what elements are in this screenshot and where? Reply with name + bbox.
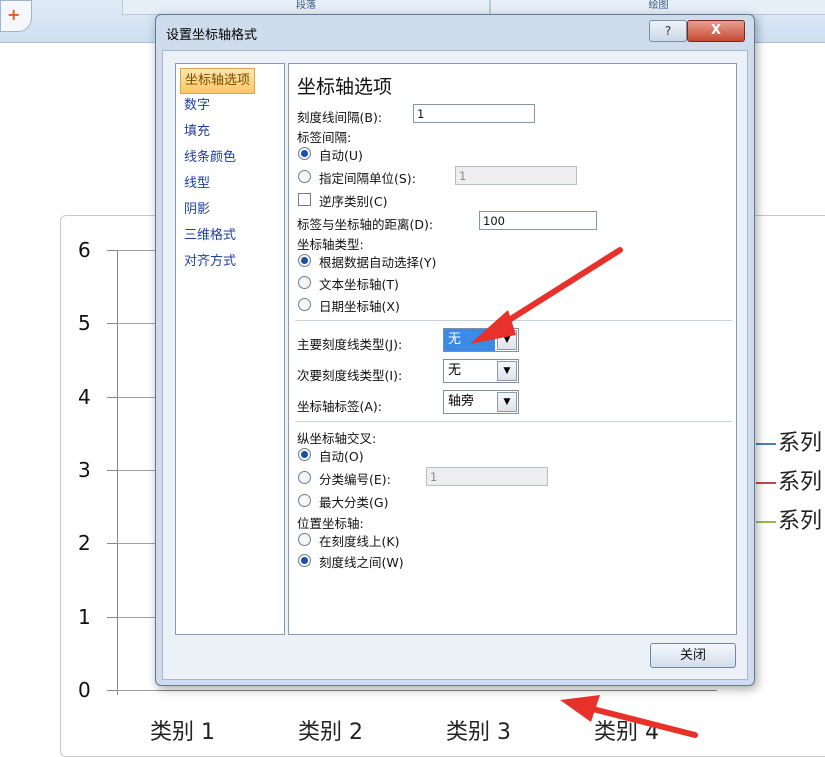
y-tick-mark — [107, 470, 117, 471]
y-tick-label: 2 — [78, 531, 91, 556]
category-nav: 坐标轴选项 数字 填充 线条颜色 线型 阴影 三维格式 对齐方式 — [175, 63, 285, 635]
legend-entry[interactable]: 系列 — [756, 503, 822, 535]
ribbon-group-drawing[interactable]: 绘图 — [490, 0, 825, 15]
nav-item-axis-options[interactable]: 坐标轴选项 — [180, 68, 256, 94]
y-tick-label: 5 — [78, 311, 91, 336]
annotation-arrow-icon — [560, 695, 698, 738]
y-tick-label: 1 — [78, 604, 91, 629]
y-tick-mark — [107, 250, 117, 251]
separator — [295, 421, 732, 422]
gridline — [117, 323, 157, 325]
legend-line-icon — [756, 521, 776, 523]
nav-item-line-color[interactable]: 线条颜色 — [180, 146, 240, 170]
specify-interval-label: 指定间隔单位(S): — [319, 171, 416, 186]
axis-type-text-label: 文本坐标轴(T) — [319, 277, 399, 292]
axis-type-date-label: 日期坐标轴(X) — [319, 299, 400, 314]
dialog-title: 设置坐标轴格式 — [166, 28, 258, 43]
gridline — [117, 616, 157, 618]
nav-item-3d-format[interactable]: 三维格式 — [180, 224, 240, 248]
nav-item-shadow[interactable]: 阴影 — [180, 198, 214, 222]
legend-label: 系列 — [778, 470, 823, 495]
x-category-label: 类别 2 — [298, 720, 363, 745]
cross-category-radio[interactable] — [298, 471, 311, 484]
y-tick-mark — [107, 396, 117, 398]
axis-type-auto-label: 根据数据自动选择(Y) — [319, 255, 437, 270]
y-tick-label: 0 — [78, 678, 91, 702]
x-category-label: 类别 1 — [150, 720, 215, 745]
label-distance-input[interactable]: 100 — [479, 211, 597, 230]
y-axis — [117, 250, 118, 695]
y-tick-mark — [107, 323, 117, 325]
x-category-label: 类别 3 — [446, 720, 511, 745]
nav-item-number[interactable]: 数字 — [180, 94, 214, 118]
gridline — [117, 690, 157, 691]
close-button[interactable]: 关闭 — [650, 643, 736, 668]
axis-type-auto-radio[interactable] — [298, 254, 311, 267]
y-tick-label: 4 — [78, 384, 91, 409]
on-tick-marks-label: 在刻度线上(K) — [319, 534, 400, 549]
y-tick-mark — [107, 543, 117, 545]
minor-tick-label: 次要刻度线类型(I): — [297, 368, 403, 383]
legend-line-icon — [756, 482, 776, 484]
y-tick-mark — [107, 690, 117, 691]
legend-entry[interactable]: 系列 — [756, 425, 822, 457]
cross-auto-label: 自动(O) — [319, 449, 364, 464]
between-tick-marks-label: 刻度线之间(W) — [319, 555, 404, 570]
axis-type-date-radio[interactable] — [298, 298, 311, 311]
nav-item-fill[interactable]: 填充 — [180, 120, 214, 144]
cross-category-input[interactable]: 1 — [426, 467, 548, 486]
legend-line-icon — [756, 443, 776, 445]
major-tick-label: 主要刻度线类型(J): — [297, 337, 403, 352]
vertical-axis-crosses-label: 纵坐标轴交叉: — [297, 431, 377, 446]
cross-max-radio[interactable] — [298, 494, 311, 507]
close-window-button[interactable]: X — [687, 20, 745, 42]
cross-category-label: 分类编号(E): — [319, 472, 391, 487]
y-tick-mark — [107, 616, 117, 618]
on-tick-marks-radio[interactable] — [298, 533, 311, 546]
axis-labels-select[interactable]: 轴旁 ▼ — [443, 390, 519, 414]
gridline — [117, 396, 157, 398]
chevron-down-icon[interactable]: ▼ — [497, 392, 517, 412]
panel-title: 坐标轴选项 — [297, 76, 393, 98]
label-distance-label: 标签与坐标轴的距离(D): — [297, 217, 434, 232]
axis-type-text-radio[interactable] — [298, 276, 311, 289]
office-button-icon[interactable]: + — [0, 0, 32, 32]
axis-labels-value: 轴旁 — [448, 394, 475, 409]
auto-interval-radio[interactable] — [298, 147, 311, 160]
auto-interval-label: 自动(U) — [319, 148, 363, 163]
axis-position-label: 位置坐标轴: — [297, 516, 364, 531]
minor-tick-value: 无 — [448, 363, 462, 378]
specify-interval-input[interactable]: 1 — [455, 166, 577, 185]
tick-interval-input[interactable]: 1 — [413, 104, 535, 123]
gridline — [117, 250, 157, 251]
cross-auto-radio[interactable] — [298, 448, 311, 461]
format-axis-dialog: 设置坐标轴格式 ? X 坐标轴选项 数字 填充 线条颜色 线型 阴影 三维格式 … — [155, 14, 755, 686]
label-interval-label: 标签间隔: — [297, 130, 352, 145]
ribbon-group-paragraph[interactable]: 段落 — [122, 0, 490, 15]
specify-interval-radio[interactable] — [298, 170, 311, 183]
chevron-down-icon[interactable]: ▼ — [497, 361, 517, 381]
y-tick-label: 3 — [78, 458, 91, 482]
axis-labels-label: 坐标轴标签(A): — [297, 399, 383, 414]
dialog-body: 坐标轴选项 数字 填充 线条颜色 线型 阴影 三维格式 对齐方式 坐标轴选项 刻… — [162, 50, 748, 680]
axis-type-label: 坐标轴类型: — [297, 237, 364, 252]
legend-label: 系列 — [778, 431, 823, 456]
gridline — [117, 543, 157, 545]
nav-item-alignment[interactable]: 对齐方式 — [180, 250, 240, 274]
cross-max-label: 最大分类(G) — [319, 495, 389, 510]
y-tick-label: 6 — [78, 238, 91, 262]
help-button[interactable]: ? — [649, 20, 687, 42]
reverse-order-label: 逆序类别(C) — [319, 194, 388, 209]
between-tick-marks-radio[interactable] — [298, 554, 311, 567]
gridline — [117, 470, 157, 471]
reverse-order-checkbox[interactable] — [298, 193, 311, 206]
legend-label: 系列 — [778, 509, 823, 534]
annotation-arrow-icon — [470, 247, 623, 344]
legend-entry[interactable]: 系列 — [756, 464, 822, 496]
tick-interval-label: 刻度线间隔(B): — [297, 110, 383, 125]
nav-item-line-style[interactable]: 线型 — [180, 172, 214, 196]
minor-tick-select[interactable]: 无 ▼ — [443, 359, 519, 383]
